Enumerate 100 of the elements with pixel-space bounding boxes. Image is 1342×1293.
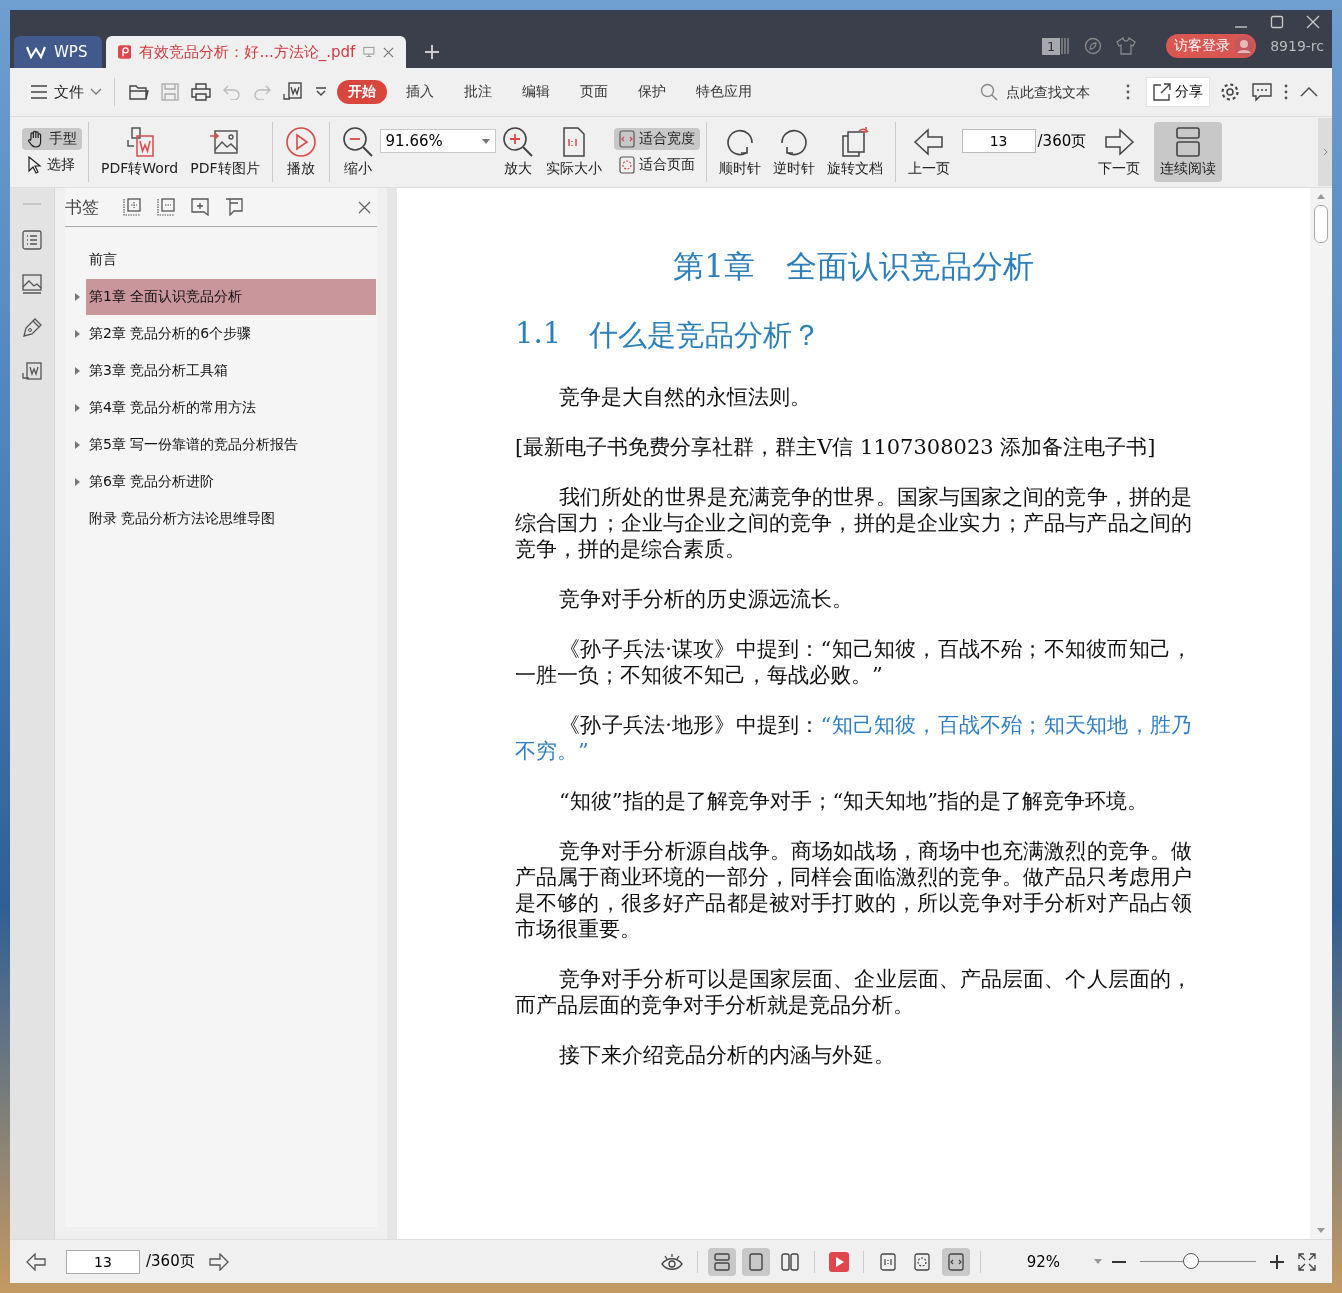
search-field[interactable]: 点此查找文本	[980, 83, 1120, 101]
plus-icon[interactable]	[1270, 1254, 1284, 1269]
image-icon[interactable]	[22, 274, 42, 294]
vertical-scrollbar[interactable]	[1310, 188, 1332, 1239]
ribbon-tab[interactable]: 批注	[453, 80, 503, 104]
fit-width-button[interactable]	[941, 1247, 970, 1276]
more-vertical-icon[interactable]	[1284, 84, 1288, 100]
rotate-clockwise-button[interactable]: 顺时针	[712, 122, 767, 182]
scroll-up-icon	[1317, 194, 1325, 199]
expand-arrow-icon[interactable]	[75, 477, 80, 486]
collapse-icon[interactable]	[1300, 87, 1318, 97]
previous-page-button[interactable]: 上一页	[901, 122, 956, 182]
ribbon-tab[interactable]: 插入	[395, 80, 445, 104]
leaf-icon[interactable]	[1084, 37, 1103, 55]
zoom-slider-thumb[interactable]	[1182, 1252, 1199, 1269]
page-number-field[interactable]: 13	[66, 1249, 140, 1274]
fit-page-icon	[912, 1252, 931, 1271]
fit-width-icon	[946, 1252, 965, 1271]
fullscreen-icon[interactable]	[1298, 1252, 1316, 1271]
bookmark-item[interactable]: 第5章 写一份靠谱的竞品分析报告	[86, 426, 376, 463]
chevron-right-icon	[1322, 148, 1328, 156]
scrollbar-thumb[interactable]	[1314, 205, 1328, 243]
single-page-button[interactable]	[741, 1247, 770, 1276]
file-menu-button[interactable]: 文件	[26, 82, 106, 102]
bookmark-item[interactable]: 第6章 竞品分析进阶	[86, 463, 376, 500]
expand-arrow-icon[interactable]	[75, 329, 80, 338]
pen-icon[interactable]	[22, 318, 42, 338]
play-icon[interactable]	[828, 1251, 849, 1272]
convert-icon[interactable]	[22, 362, 42, 382]
convert-icon[interactable]	[283, 82, 303, 102]
dropdown-icon[interactable]	[315, 86, 327, 98]
zoom-in-icon	[501, 126, 534, 158]
paragraph: 竞争对手分析的历史源远流长。	[558, 586, 855, 612]
continuous-view-button[interactable]	[707, 1247, 736, 1276]
expand-arrow-icon[interactable]	[75, 403, 80, 412]
bookmark-item[interactable]: 前言	[86, 241, 376, 278]
rotate-document-button[interactable]: 旋转文档	[820, 122, 889, 182]
next-page-button[interactable]: 下一页	[1092, 122, 1147, 182]
guest-login-button[interactable]: 访客登录	[1166, 34, 1257, 58]
folder-icon[interactable]	[129, 83, 149, 101]
fit-page-button[interactable]: 适合页面	[613, 154, 700, 176]
add-bookmark-icon[interactable]	[191, 198, 209, 216]
avatar-icon	[1234, 36, 1255, 56]
zoom-dropdown[interactable]: 91.66%	[379, 129, 496, 153]
collapse-all-icon[interactable]	[157, 198, 175, 216]
close-icon[interactable]	[383, 45, 394, 59]
bookmark-item[interactable]: 第3章 竞品分析工具箱	[86, 352, 376, 389]
two-pages-icon	[780, 1252, 799, 1271]
play-button[interactable]: 播放	[278, 122, 323, 182]
maximize-icon[interactable]	[1270, 15, 1284, 29]
ribbon-tab[interactable]: 特色应用	[685, 80, 763, 104]
hand-tool-button[interactable]: 手型	[22, 128, 82, 150]
zoom-out-button[interactable]: 缩小	[335, 122, 380, 182]
eye-icon[interactable]	[660, 1252, 683, 1271]
zoom-in-button[interactable]: 放大	[495, 122, 540, 182]
zoom-percentage[interactable]: 92%	[1026, 1252, 1060, 1271]
print-icon[interactable]	[191, 83, 211, 101]
list-icon[interactable]	[22, 230, 42, 250]
ribbon-tab[interactable]: 开始	[337, 80, 387, 104]
stack-icon	[1060, 37, 1071, 55]
select-tool-button[interactable]: 选择	[22, 154, 82, 176]
caret-icon	[481, 138, 490, 144]
arrow-left-icon[interactable]	[26, 1252, 46, 1271]
more-vertical-icon[interactable]	[1126, 84, 1130, 100]
arrow-left-icon	[912, 126, 945, 158]
section-number: 1.1	[515, 316, 562, 352]
document-tab[interactable]: 有效竞品分析：好...方法论_.pdf	[106, 36, 406, 68]
shirt-icon[interactable]	[1116, 37, 1137, 55]
rotate-counterclockwise-button[interactable]: 逆时针	[766, 122, 821, 182]
bookmark-item[interactable]: 第2章 竞品分析的6个步骤	[86, 315, 376, 352]
window-count-badge[interactable]: 1	[1041, 37, 1061, 55]
ribbon-tab[interactable]: 页面	[569, 80, 619, 104]
menu-icon	[30, 85, 48, 99]
pdf-to-word-button[interactable]: PDF转Word	[95, 122, 185, 182]
page-number-field[interactable]: 13	[961, 129, 1036, 153]
zoom-out-icon	[341, 126, 374, 158]
expand-arrow-icon[interactable]	[75, 292, 80, 301]
pdf-to-image-button[interactable]: PDF转图片	[184, 122, 266, 182]
continuous-reading-button[interactable]: 连续阅读	[1154, 122, 1223, 182]
settings-icon[interactable]	[1220, 82, 1240, 102]
chat-icon[interactable]	[1252, 82, 1272, 102]
fit-width-button[interactable]: 适合宽度	[613, 128, 700, 150]
close-icon[interactable]	[358, 200, 371, 214]
expand-arrow-icon[interactable]	[75, 440, 80, 449]
bookmark-item[interactable]: 第1章 全面认识竞品分析	[86, 278, 376, 315]
bookmark-item[interactable]: 附录 竞品分析方法论思维导图	[86, 500, 376, 537]
arrow-right-icon[interactable]	[208, 1252, 229, 1271]
actual-size-icon	[878, 1252, 897, 1271]
continuous-pages-icon	[712, 1252, 731, 1271]
bookmark-item[interactable]: 第4章 竞品分析的常用方法	[86, 389, 376, 426]
actual-size-icon	[560, 126, 587, 158]
ribbon-tab[interactable]: 保护	[627, 80, 677, 104]
ribbon-tab[interactable]: 编辑	[511, 80, 561, 104]
document-tab[interactable]: WPS	[14, 36, 102, 68]
page-total: /360页	[1037, 132, 1087, 151]
actual-size-button[interactable]: 实际大小	[539, 122, 608, 182]
expand-all-icon[interactable]	[123, 198, 141, 216]
bookmark-icon[interactable]	[225, 198, 243, 216]
share-button[interactable]: 分享	[1146, 77, 1210, 107]
expand-arrow-icon[interactable]	[75, 366, 80, 375]
